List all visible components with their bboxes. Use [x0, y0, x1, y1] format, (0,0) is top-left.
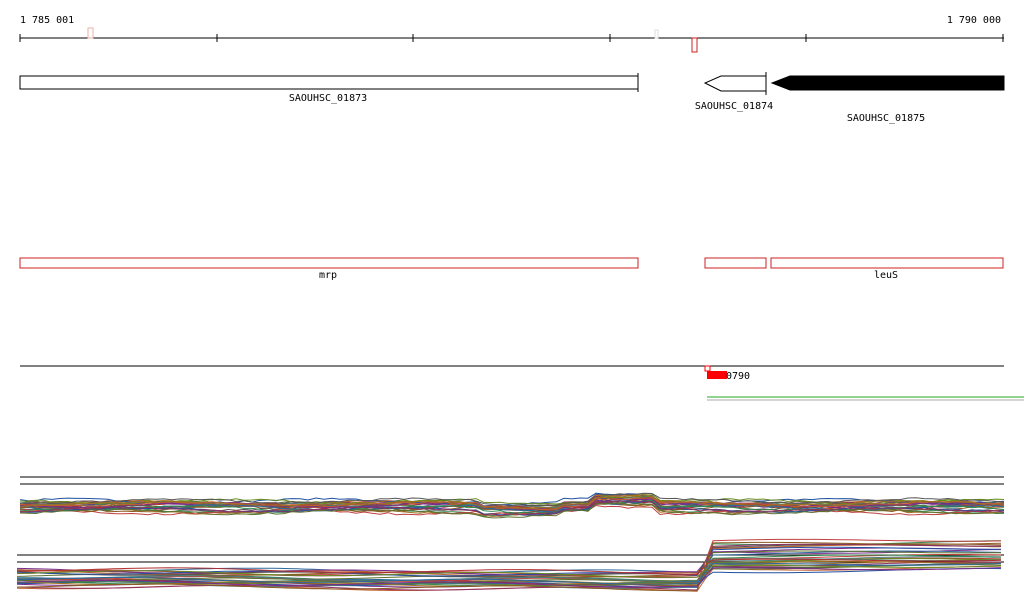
feature-marker	[704, 365, 711, 372]
ruler-marker	[87, 27, 94, 39]
gene-label: SAOUHSC_01874	[695, 101, 773, 112]
operon-label: mrp	[319, 270, 337, 281]
ruler-start-label: 1 785 001	[20, 15, 74, 26]
expression-profiles-lower	[16, 538, 1002, 592]
feature-track: 0790	[20, 365, 1024, 401]
ruler-end-label: 1 790 000	[947, 15, 1001, 26]
ruler-marker	[654, 29, 659, 39]
gene-track: SAOUHSC_01873 SAOUHSC_01874 SAOUHSC_0187…	[19, 72, 1005, 124]
gene-label: SAOUHSC_01875	[847, 113, 925, 124]
coordinate-ruler: 1 785 001 1 790 000	[19, 15, 1004, 53]
feature-label: 0790	[726, 371, 750, 382]
operon-leus[interactable]	[770, 257, 1004, 269]
gene-arrow-sa01875[interactable]	[770, 75, 1005, 91]
gene-label: SAOUHSC_01873	[289, 93, 367, 104]
operon-mrp[interactable]	[19, 257, 639, 269]
feature-block[interactable]	[707, 371, 727, 379]
expression-track-lower	[16, 538, 1004, 592]
operon-track: mrp leuS	[19, 257, 1004, 281]
operon-label: leuS	[874, 270, 898, 281]
expression-track-upper	[19, 476, 1005, 519]
operon-box[interactable]	[704, 257, 767, 269]
genome-browser-view: 1 785 001 1 790 000 SAOUHSC_01873 SAOUHS…	[16, 15, 1024, 592]
gene-bar-sa01873[interactable]	[19, 75, 639, 90]
ruler-marker	[691, 37, 698, 53]
expression-profiles-upper	[19, 492, 1005, 519]
gene-arrow-sa01874[interactable]	[703, 75, 767, 92]
